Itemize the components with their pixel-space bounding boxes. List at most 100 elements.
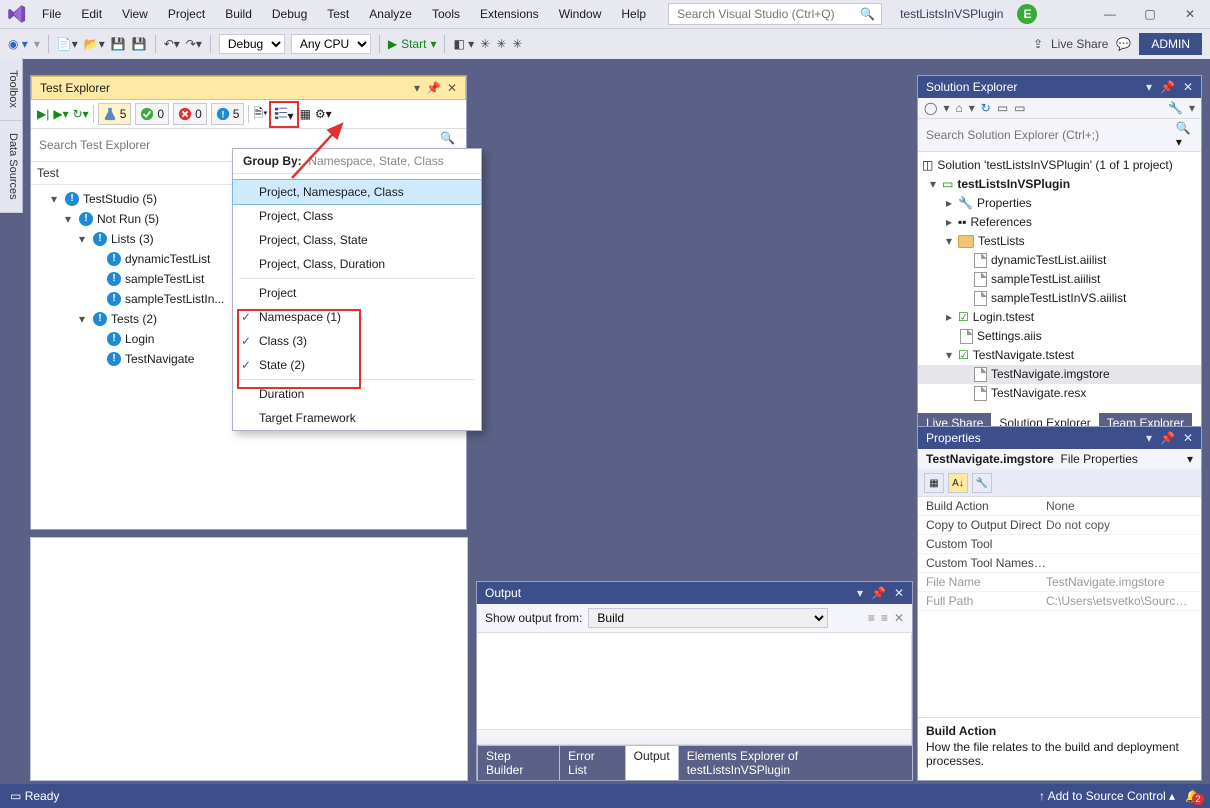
file-node[interactable]: sampleTestList.aiilist	[918, 270, 1201, 289]
wrench-icon[interactable]: 🔧	[972, 473, 992, 493]
open-icon[interactable]: 📂▾	[84, 37, 105, 51]
menu-edit[interactable]: Edit	[73, 5, 110, 23]
fail-pill[interactable]: 0	[173, 103, 207, 125]
notifications-icon[interactable]: 🔔2	[1185, 789, 1200, 803]
pin-icon[interactable]: 📌	[426, 81, 441, 95]
redo-icon[interactable]: ↷▾	[186, 37, 202, 51]
user-avatar[interactable]: E	[1017, 4, 1037, 24]
undo-icon[interactable]: ↶▾	[164, 37, 180, 51]
solution-node[interactable]: ◫Solution 'testListsInVSPlugin' (1 of 1 …	[918, 156, 1201, 175]
file-node[interactable]: ▾☑TestNavigate.tstest	[918, 346, 1201, 365]
new-item-icon[interactable]: 📄▾	[57, 37, 78, 51]
prop-row[interactable]: Copy to Output DirectDo not copy	[918, 516, 1201, 535]
data-sources-tab[interactable]: Data Sources	[0, 121, 22, 213]
groupby-preset[interactable]: Project, Class	[233, 204, 481, 228]
dropdown-icon[interactable]: ▾	[414, 81, 420, 95]
dropdown-icon[interactable]: ▾	[1146, 80, 1152, 94]
tab-error-list[interactable]: Error List	[559, 745, 626, 780]
close-icon[interactable]: ✕	[1183, 80, 1193, 94]
config-select[interactable]: Debug	[219, 34, 285, 54]
repeat-icon[interactable]: ↻▾	[73, 107, 89, 121]
menu-view[interactable]: View	[114, 5, 156, 23]
nav-back-icon[interactable]: ◉ ▾	[8, 37, 28, 51]
prop-row[interactable]: Custom Tool	[918, 535, 1201, 554]
menu-test[interactable]: Test	[319, 5, 357, 23]
menu-analyze[interactable]: Analyze	[361, 5, 420, 23]
live-share-icon[interactable]: ⇪	[1033, 37, 1043, 51]
groupby-option[interactable]: Duration	[233, 382, 481, 406]
not-run-pill[interactable]: ! 5	[211, 103, 245, 125]
pass-pill[interactable]: 0	[135, 103, 169, 125]
gear-icon-3[interactable]: ✳	[512, 37, 522, 51]
tab-step-builder[interactable]: Step Builder	[477, 745, 560, 780]
solution-search-input[interactable]	[924, 127, 1176, 143]
output-body[interactable]	[477, 633, 912, 745]
back-icon[interactable]: ◯	[924, 101, 937, 115]
groupby-option-checked[interactable]: Class (3)	[233, 329, 481, 353]
start-button[interactable]: ▶ Start ▾	[388, 37, 437, 51]
file-node[interactable]: sampleTestListInVS.aiilist	[918, 289, 1201, 308]
groupby-option-checked[interactable]: Namespace (1)	[233, 305, 481, 329]
global-search[interactable]: 🔍	[668, 3, 882, 25]
global-search-input[interactable]	[675, 6, 860, 22]
maximize-icon[interactable]: ▢	[1136, 7, 1164, 21]
file-node[interactable]: TestNavigate.imgstore	[918, 365, 1201, 384]
folder-node[interactable]: ▾TestLists	[918, 232, 1201, 251]
minimize-icon[interactable]: —	[1096, 7, 1124, 21]
gear-icon[interactable]: ✳	[480, 37, 490, 51]
output-action-icon[interactable]: ≡	[881, 611, 888, 625]
feedback-icon[interactable]: 💬	[1116, 37, 1131, 51]
tab-output[interactable]: Output	[625, 745, 679, 780]
close-icon[interactable]: ✕	[447, 81, 457, 95]
filter-icon[interactable]: ▭	[997, 101, 1008, 115]
solution-search[interactable]: 🔍▾	[918, 119, 1201, 152]
groupby-option[interactable]: Target Framework	[233, 406, 481, 430]
show-all-icon[interactable]: ▭	[1014, 101, 1025, 115]
home-icon[interactable]: ⌂	[955, 101, 962, 115]
source-control-button[interactable]: ↑ Add to Source Control ▴	[1039, 789, 1175, 803]
output-action-icon[interactable]: ≡	[868, 611, 875, 625]
groupby-preset[interactable]: Project, Class, State	[233, 228, 481, 252]
categorize-icon[interactable]: ▦	[924, 473, 944, 493]
menu-extensions[interactable]: Extensions	[472, 5, 547, 23]
menu-tools[interactable]: Tools	[424, 5, 468, 23]
prop-row[interactable]: Custom Tool Namespa	[918, 554, 1201, 573]
toolbox-tab[interactable]: Toolbox	[0, 58, 22, 121]
run-all-icon[interactable]: ▶|	[37, 107, 49, 121]
menu-debug[interactable]: Debug	[264, 5, 315, 23]
run-icon[interactable]: ▶▾	[53, 107, 68, 121]
file-node[interactable]: ▸☑Login.tstest	[918, 308, 1201, 327]
pin-icon[interactable]: 📌	[871, 586, 886, 600]
menu-window[interactable]: Window	[551, 5, 610, 23]
menu-build[interactable]: Build	[217, 5, 260, 23]
prop-row[interactable]: Build ActionNone	[918, 497, 1201, 516]
live-share-button[interactable]: Live Share	[1051, 37, 1108, 51]
properties-icon[interactable]: 🔧	[1168, 101, 1183, 115]
platform-select[interactable]: Any CPU	[291, 34, 371, 54]
groupby-preset[interactable]: Project, Namespace, Class	[232, 179, 482, 205]
file-node[interactable]: Settings.aiis	[918, 327, 1201, 346]
menu-project[interactable]: Project	[160, 5, 213, 23]
dropdown-icon[interactable]: ▾	[1146, 431, 1152, 445]
toolbar-extra-icon[interactable]: ◧ ▾	[453, 37, 474, 51]
playlist-icon[interactable]: 🗎▾	[253, 104, 267, 125]
total-tests-pill[interactable]: 5	[98, 103, 132, 125]
columns-icon[interactable]: ▦	[300, 107, 311, 121]
close-icon[interactable]: ✕	[894, 586, 904, 600]
settings-icon[interactable]: ⚙▾	[315, 107, 332, 121]
close-icon[interactable]: ✕	[1183, 431, 1193, 445]
pin-icon[interactable]: 📌	[1160, 431, 1175, 445]
pin-icon[interactable]: 📌	[1160, 80, 1175, 94]
tab-elements-explorer[interactable]: Elements Explorer of testListsInVSPlugin	[678, 745, 913, 780]
close-icon[interactable]: ✕	[1176, 7, 1204, 21]
save-icon[interactable]: 💾	[111, 37, 126, 51]
groupby-preset[interactable]: Project, Class, Duration	[233, 252, 481, 276]
output-source-select[interactable]: Build	[588, 608, 828, 628]
gear-icon-2[interactable]: ✳	[496, 37, 506, 51]
nav-fwd-icon[interactable]: ▾	[34, 37, 40, 51]
properties-subject[interactable]: TestNavigate.imgstore File Properties ▾	[918, 449, 1201, 470]
menu-file[interactable]: File	[34, 5, 69, 23]
file-node[interactable]: TestNavigate.resx	[918, 384, 1201, 403]
references-node[interactable]: ▸▪▪References	[918, 213, 1201, 232]
dropdown-icon[interactable]: ▾	[857, 586, 863, 600]
